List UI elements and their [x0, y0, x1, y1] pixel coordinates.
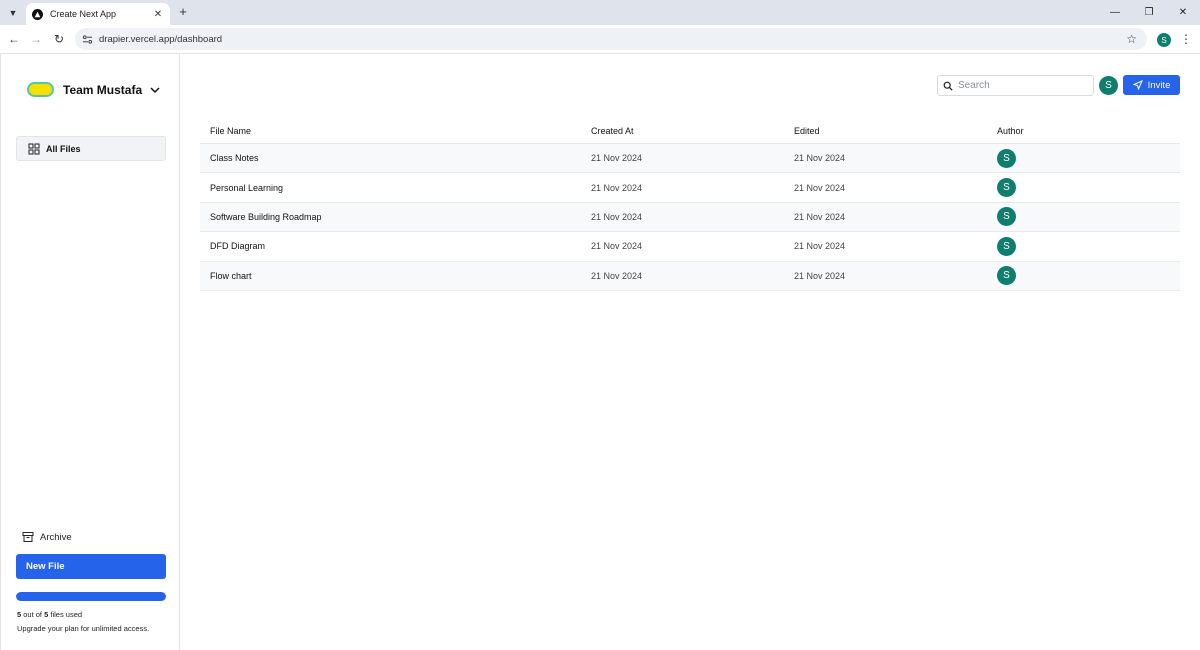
- tab-close-icon[interactable]: ✕: [152, 9, 164, 20]
- browser-toolbar: ← → ↻ drapier.vercel.app/dashboard ☆: [0, 25, 1200, 54]
- table-row[interactable]: DFD Diagram 21 Nov 2024 21 Nov 2024 S: [200, 232, 1180, 262]
- invite-button[interactable]: Invite: [1123, 75, 1180, 95]
- address-bar[interactable]: drapier.vercel.app/dashboard ☆: [75, 28, 1147, 50]
- restore-icon[interactable]: ❐: [1132, 0, 1166, 25]
- author-cell: S: [997, 148, 1180, 168]
- minimize-icon[interactable]: —: [1098, 0, 1132, 25]
- search-box[interactable]: [937, 75, 1094, 96]
- new-tab-icon[interactable]: +: [176, 4, 190, 19]
- back-icon[interactable]: ←: [6, 31, 22, 47]
- sidebar-item-label: All Files: [46, 143, 81, 154]
- table-row[interactable]: Flow chart 21 Nov 2024 21 Nov 2024 S: [200, 261, 1180, 291]
- send-icon: [1132, 80, 1143, 90]
- sidebar: Team Mustafa All Files Archive New File …: [0, 54, 180, 650]
- search-input[interactable]: [958, 80, 1088, 91]
- column-header-edited: Edited: [794, 125, 820, 136]
- usage-progress-bar: [16, 592, 166, 601]
- created-at-cell: 21 Nov 2024: [591, 211, 643, 222]
- user-avatar[interactable]: S: [1099, 76, 1118, 95]
- reload-icon[interactable]: ↻: [51, 31, 67, 47]
- tab-search-chevron-icon[interactable]: ▼: [4, 4, 22, 22]
- author-avatar: S: [997, 178, 1016, 198]
- column-header-author: Author: [997, 125, 1024, 136]
- created-at-cell: 21 Nov 2024: [591, 270, 643, 281]
- edited-cell: 21 Nov 2024: [794, 211, 846, 222]
- author-cell: S: [997, 178, 1180, 198]
- author-cell: S: [997, 236, 1180, 256]
- edited-cell: 21 Nov 2024: [794, 270, 846, 281]
- file-name-cell: Class Notes: [210, 153, 259, 164]
- author-avatar: S: [997, 236, 1016, 256]
- window-controls: — ❐ ✕: [1098, 0, 1200, 25]
- file-name-cell: DFD Diagram: [210, 241, 266, 252]
- usage-text-end: files used: [48, 610, 83, 619]
- url-text: drapier.vercel.app/dashboard: [99, 33, 223, 45]
- table-row[interactable]: Class Notes 21 Nov 2024 21 Nov 2024 S: [200, 144, 1180, 174]
- new-file-button[interactable]: New File: [16, 554, 166, 579]
- team-logo: [27, 82, 54, 97]
- author-cell: S: [997, 266, 1180, 286]
- column-header-file-name: File Name: [210, 125, 252, 136]
- author-avatar: S: [997, 207, 1016, 227]
- team-switcher[interactable]: Team Mustafa: [27, 82, 161, 97]
- invite-label: Invite: [1147, 79, 1171, 91]
- usage-text: 5 out of 5 files used: [17, 610, 82, 619]
- created-at-cell: 21 Nov 2024: [591, 241, 643, 252]
- browser-menu-icon[interactable]: ⋮: [1180, 32, 1192, 46]
- table-body: Class Notes 21 Nov 2024 21 Nov 2024 S Pe…: [200, 144, 1180, 291]
- table-row[interactable]: Software Building Roadmap 21 Nov 2024 21…: [200, 202, 1180, 233]
- edited-cell: 21 Nov 2024: [794, 182, 846, 193]
- nextjs-favicon-icon: [32, 8, 43, 20]
- forward-icon[interactable]: →: [28, 31, 44, 47]
- sidebar-item-label: Archive: [40, 531, 72, 543]
- browser-tab[interactable]: Create Next App ✕: [26, 3, 170, 25]
- sidebar-item-all-files[interactable]: All Files: [16, 136, 166, 161]
- upgrade-text: Upgrade your plan for unlimited access.: [17, 624, 150, 633]
- browser-profile-avatar[interactable]: S: [1157, 33, 1171, 47]
- files-table: File Name Created At Edited Author Class…: [200, 118, 1180, 291]
- team-name: Team Mustafa: [63, 82, 143, 97]
- search-icon: [943, 81, 953, 91]
- usage-text-mid: out of: [21, 610, 45, 619]
- file-name-cell: Flow chart: [210, 270, 252, 281]
- bookmark-star-icon[interactable]: ☆: [1126, 32, 1137, 46]
- sidebar-item-archive[interactable]: Archive: [22, 531, 72, 543]
- table-header: File Name Created At Edited Author: [200, 118, 1180, 144]
- author-avatar: S: [997, 266, 1016, 286]
- created-at-cell: 21 Nov 2024: [591, 153, 643, 164]
- author-cell: S: [997, 207, 1180, 227]
- tab-title: Create Next App: [50, 9, 117, 19]
- author-avatar: S: [997, 148, 1016, 168]
- grid-icon: [28, 143, 40, 155]
- chevron-down-icon: [149, 84, 161, 96]
- file-name-cell: Software Building Roadmap: [210, 211, 322, 222]
- browser-tab-strip: ▼ Create Next App ✕ + — ❐ ✕: [0, 0, 1200, 25]
- usage-progress-fill: [16, 592, 166, 601]
- file-name-cell: Personal Learning: [210, 182, 284, 193]
- column-header-created-at: Created At: [591, 125, 634, 136]
- archive-icon: [22, 531, 34, 543]
- edited-cell: 21 Nov 2024: [794, 241, 846, 252]
- close-window-icon[interactable]: ✕: [1166, 0, 1200, 25]
- created-at-cell: 21 Nov 2024: [591, 182, 643, 193]
- table-row[interactable]: Personal Learning 21 Nov 2024 21 Nov 202…: [200, 173, 1180, 203]
- edited-cell: 21 Nov 2024: [794, 153, 846, 164]
- site-settings-icon[interactable]: [81, 33, 93, 45]
